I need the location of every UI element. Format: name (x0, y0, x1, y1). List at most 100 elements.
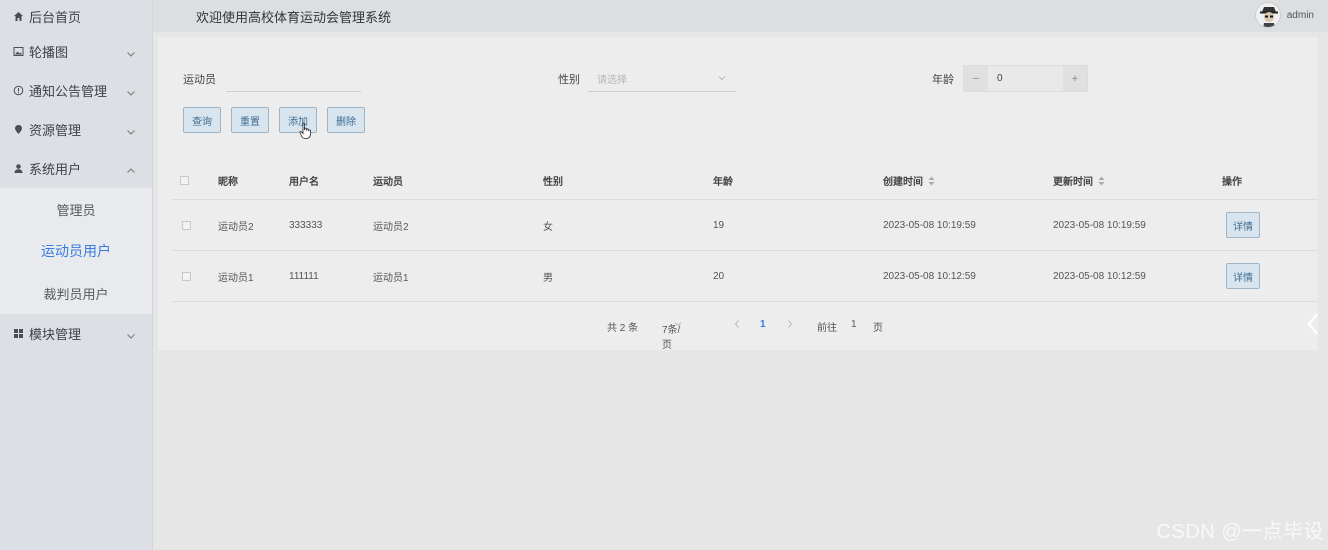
sidebar-item-label: 运动员用户 (41, 243, 111, 259)
table-row: 运动员1 111111 运动员1 男 20 2023-05-08 10:12:5… (172, 251, 1318, 302)
goto-label: 前往 (817, 323, 837, 334)
sidebar-item-admin[interactable]: 管理员 (0, 188, 152, 230)
sidebar-item-carousel[interactable]: 轮播图 (0, 32, 152, 71)
chevron-down-icon (126, 125, 136, 135)
chevron-left-icon[interactable] (1306, 312, 1320, 336)
sidebar-item-notice[interactable]: 通知公告管理 (0, 71, 152, 110)
cell-athlete: 运动员2 (373, 221, 409, 233)
sidebar-item-label: 系统用户 (29, 162, 82, 177)
chevron-right-icon (788, 320, 793, 328)
detail-button[interactable]: 详情 (1226, 212, 1260, 238)
chevron-left-icon (734, 320, 739, 328)
column-header: 年龄 (713, 177, 733, 188)
row-checkbox[interactable] (182, 251, 191, 301)
cell-created: 2023-05-08 10:19:59 (883, 219, 976, 231)
sidebar-item-home[interactable]: 后台首页 (0, 0, 152, 32)
age-stepper: − 0 + (963, 65, 1088, 92)
page-title: 欢迎使用高校体育运动会管理系统 (196, 9, 392, 25)
cell-age: 20 (713, 270, 725, 282)
sort-icon[interactable] (928, 176, 935, 186)
grid-icon (12, 328, 24, 340)
reset-button[interactable]: 重置 (231, 107, 269, 133)
chevron-down-icon (126, 86, 136, 96)
column-header-sortable[interactable]: 创建时间 (883, 162, 935, 199)
age-label: 年龄 (932, 74, 954, 86)
column-header: 运动员 (373, 177, 403, 188)
column-header-label: 创建时间 (883, 177, 923, 188)
athlete-label: 运动员 (183, 74, 216, 86)
table-header: 昵称 用户名 运动员 性别 年龄 创建时间 更新时间 操作 (172, 162, 1318, 200)
cell-action: 详情 (1226, 251, 1260, 301)
cell-action: 详情 (1226, 200, 1260, 250)
avatar[interactable] (1254, 2, 1281, 28)
page-suffix: 页 (873, 323, 883, 334)
goto-page-input[interactable]: 1 (851, 319, 857, 330)
column-header: 用户名 (289, 177, 319, 188)
column-header-sortable[interactable]: 更新时间 (1053, 162, 1105, 199)
gender-label: 性别 (558, 74, 580, 86)
sidebar-item-label: 模块管理 (29, 327, 82, 342)
location-icon (12, 124, 24, 136)
top-header: 欢迎使用高校体育运动会管理系统 admin (153, 0, 1328, 32)
submenu-system-users: 管理员 运动员用户 裁判员用户 (0, 188, 152, 314)
chevron-down-icon (718, 74, 726, 82)
select-all-checkbox[interactable] (180, 162, 189, 199)
chevron-down-icon (126, 329, 136, 339)
main-panel: 运动员 性别 请选择 年龄 − 0 + 查询 重置 添加 删除 昵称 用户名 运… (158, 37, 1318, 351)
sidebar-item-label: 资源管理 (29, 123, 82, 138)
cell-updated: 2023-05-08 10:12:59 (1053, 270, 1146, 282)
prev-page-button[interactable] (733, 319, 741, 332)
sidebar-item-athlete-users[interactable]: 运动员用户 (0, 230, 152, 272)
age-decrease-button[interactable]: − (964, 66, 988, 91)
page-size-value: 7条/页 (662, 325, 681, 351)
cell-username: 333333 (289, 219, 323, 231)
sidebar-item-modules[interactable]: 模块管理 (0, 314, 152, 353)
user-menu[interactable]: admin (1254, 2, 1314, 28)
info-icon (12, 85, 24, 97)
gender-select[interactable]: 请选择 (588, 65, 736, 92)
sidebar-item-label: 裁判员用户 (43, 286, 109, 302)
gender-select-placeholder: 请选择 (597, 74, 627, 86)
page-number-current[interactable]: 1 (760, 319, 766, 330)
pagination: 共 2 条 7条/页 1 前往 1 页 (158, 317, 1318, 351)
username: admin (1286, 9, 1314, 21)
cell-age: 19 (713, 219, 725, 231)
athlete-input[interactable] (226, 65, 361, 92)
cell-username: 111111 (289, 270, 319, 282)
column-header: 性别 (543, 177, 563, 188)
column-header: 昵称 (218, 177, 238, 188)
action-buttons: 查询 重置 添加 删除 (183, 107, 375, 139)
cell-nickname: 运动员1 (218, 272, 254, 284)
sidebar-item-label: 后台首页 (29, 9, 82, 25)
age-increase-button[interactable]: + (1063, 66, 1087, 91)
watermark: CSDN @一点毕设 (1156, 521, 1324, 543)
column-header: 操作 (1222, 177, 1242, 188)
home-icon (12, 10, 24, 22)
column-header-label: 更新时间 (1053, 177, 1093, 188)
sidebar-item-resource[interactable]: 资源管理 (0, 110, 152, 149)
sidebar-item-label: 管理员 (56, 202, 96, 218)
sort-icon[interactable] (1098, 176, 1105, 186)
cell-gender: 女 (543, 221, 553, 233)
add-button[interactable]: 添加 (279, 107, 317, 139)
sidebar: 后台首页 轮播图 通知公告管理 资源管理 系统用户 管理员 运动员用户 裁判员用… (0, 0, 153, 550)
cell-athlete: 运动员1 (373, 272, 409, 284)
query-button[interactable]: 查询 (183, 107, 221, 133)
row-checkbox[interactable] (182, 200, 191, 250)
sidebar-item-label: 通知公告管理 (29, 84, 108, 99)
cell-created: 2023-05-08 10:12:59 (883, 270, 976, 282)
delete-button[interactable]: 删除 (327, 107, 365, 133)
next-page-button[interactable] (786, 319, 794, 332)
chevron-down-icon (126, 47, 136, 57)
detail-button[interactable]: 详情 (1226, 263, 1260, 289)
age-input[interactable]: 0 (988, 66, 1063, 91)
search-form: 运动员 性别 请选择 年龄 − 0 + (158, 65, 1318, 95)
table-row: 运动员2 333333 运动员2 女 19 2023-05-08 10:19:5… (172, 200, 1318, 251)
data-table: 昵称 用户名 运动员 性别 年龄 创建时间 更新时间 操作 运动员2 33333… (172, 162, 1318, 302)
user-icon (12, 163, 24, 175)
page-size-select[interactable]: 7条/页 (662, 319, 682, 351)
chevron-up-icon (126, 164, 136, 174)
sidebar-item-label: 轮播图 (29, 45, 69, 60)
sidebar-item-system-users[interactable]: 系统用户 (0, 149, 152, 188)
sidebar-item-referee-users[interactable]: 裁判员用户 (0, 272, 152, 314)
